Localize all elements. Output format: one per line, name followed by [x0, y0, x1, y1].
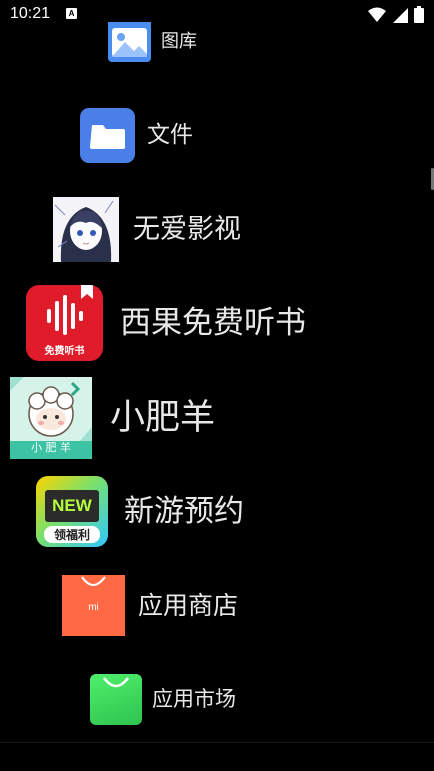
- shopping-bag-icon: mi: [62, 575, 125, 636]
- new-game-badge: NEW: [45, 490, 99, 522]
- app-item-audiobook[interactable]: 免费听书 西果免费听书: [26, 285, 306, 361]
- app-label-wuai-video: 无爱影视: [133, 214, 241, 245]
- app-label-files: 文件: [147, 122, 193, 148]
- new-game-badge-text: NEW: [52, 496, 92, 515]
- sheep-icon-text: 小 肥 羊: [31, 441, 71, 454]
- new-game-icon: NEW 领福利: [36, 476, 108, 547]
- shopping-bag-icon-text: mi: [88, 602, 99, 613]
- app-item-gallery[interactable]: 图库: [108, 22, 197, 62]
- sheep-icon: 小 肥 羊: [10, 377, 92, 459]
- status-time: 10:21: [10, 5, 51, 22]
- notification-a-icon: A: [66, 8, 77, 19]
- app-label-new-game: 新游预约: [124, 493, 244, 529]
- status-icons: [368, 6, 424, 23]
- app-label-app-market: 应用市场: [152, 687, 236, 711]
- signal-icon: [393, 7, 408, 23]
- app-item-wuai-video[interactable]: 无爱影视: [53, 197, 241, 262]
- market-bag-icon: [90, 674, 142, 725]
- app-label-xiaofeiyang: 小肥羊: [110, 397, 216, 438]
- app-label-audiobook: 西果免费听书: [120, 304, 306, 341]
- app-item-app-store[interactable]: mi 应用商店: [62, 575, 238, 636]
- wifi-icon: [368, 7, 386, 22]
- app-item-files[interactable]: 文件: [80, 108, 193, 163]
- new-game-icon-text: 领福利: [44, 526, 100, 543]
- app-item-app-market[interactable]: 应用市场: [90, 674, 236, 725]
- bottom-divider: [0, 742, 434, 743]
- audiobook-icon-text: 免费听书: [44, 346, 85, 357]
- anime-girl-icon: [53, 197, 119, 262]
- app-item-xiaofeiyang[interactable]: 小 肥 羊 小肥羊: [10, 377, 215, 459]
- audiobook-icon: 免费听书: [26, 285, 103, 361]
- gallery-icon: [108, 22, 151, 62]
- app-item-new-game[interactable]: NEW 领福利 新游预约: [36, 476, 244, 547]
- status-bar: 10:21 A: [0, 0, 434, 30]
- battery-icon: [414, 6, 424, 23]
- app-label-gallery: 图库: [161, 31, 197, 52]
- folder-icon: [80, 108, 135, 163]
- app-label-app-store: 应用商店: [138, 591, 239, 620]
